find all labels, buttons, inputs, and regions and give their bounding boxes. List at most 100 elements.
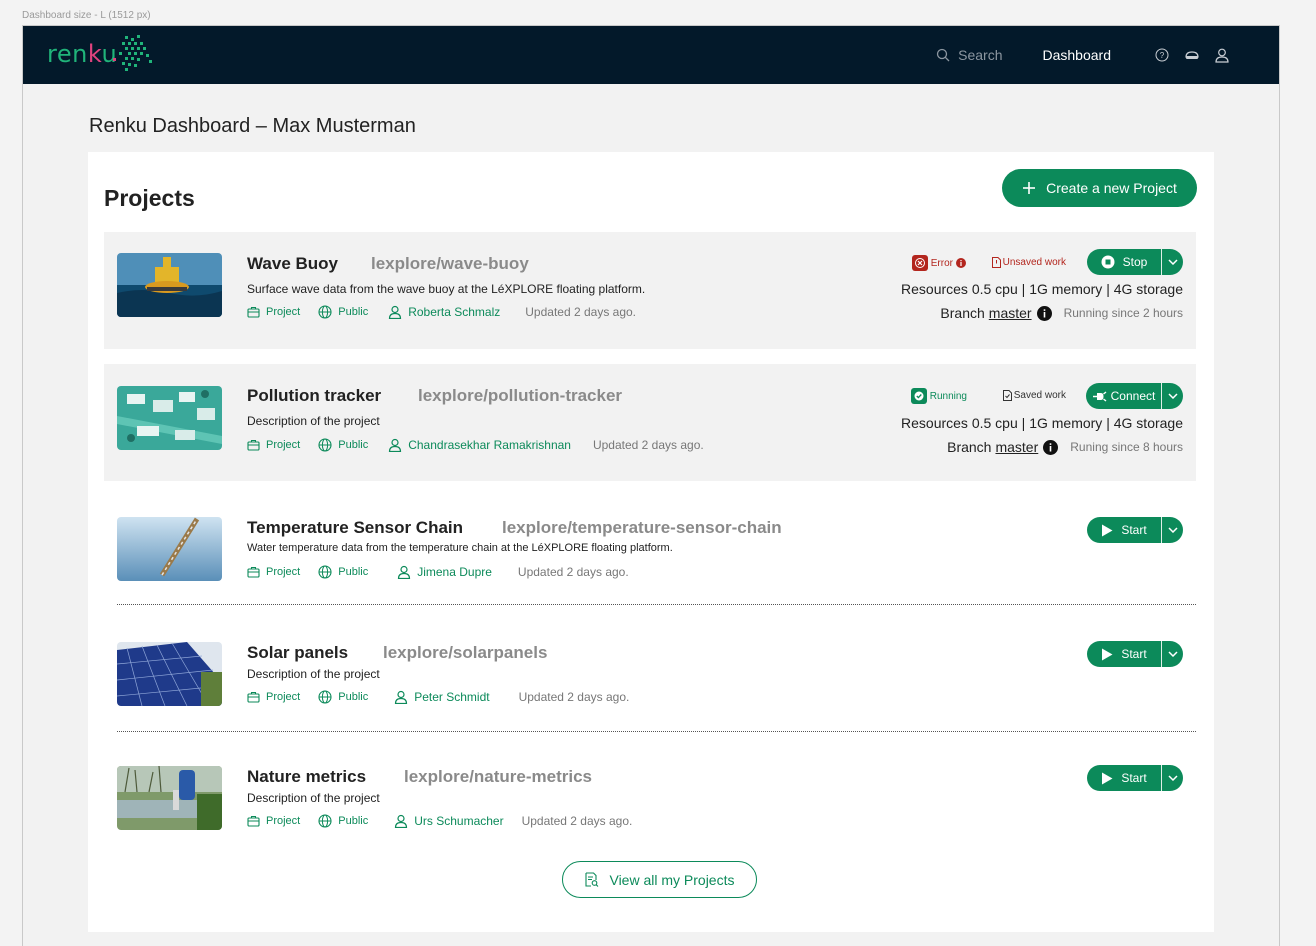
project-owner[interactable]: Jimena Dupre [397, 565, 492, 579]
project-type: Project [247, 566, 300, 578]
project-visibility: Public [318, 565, 368, 579]
project-updated: Updated 2 days ago. [521, 814, 633, 828]
create-project-label: Create a new Project [1046, 180, 1177, 196]
connect-session-split-button: Connect [1086, 383, 1183, 409]
start-session-split-button: Start [1087, 641, 1183, 667]
user-icon [389, 305, 402, 319]
user-icon [395, 814, 408, 828]
nav-search[interactable]: Search [936, 47, 1003, 63]
nav-dashboard-link[interactable]: Dashboard [1043, 47, 1112, 63]
project-thumbnail [117, 766, 222, 830]
project-row-temperature-sensor-chain[interactable]: Temperature Sensor Chain lexplore/temper… [104, 502, 1196, 592]
project-name[interactable]: Nature metrics [247, 767, 366, 787]
error-icon [911, 255, 928, 271]
sessions-icon[interactable] [1183, 46, 1201, 64]
project-visibility: Public [318, 305, 368, 319]
project-description: Description of the project [247, 791, 380, 805]
project-updated: Updated 2 days ago. [518, 690, 630, 704]
work-status-unsaved: Unsaved work [991, 257, 1066, 268]
branch-link[interactable]: master [989, 305, 1032, 321]
chevron-down-icon[interactable] [1162, 383, 1183, 409]
project-slug[interactable]: lexplore/wave-buoy [371, 254, 529, 274]
project-slug[interactable]: lexplore/solarpanels [383, 643, 547, 663]
chevron-down-icon[interactable] [1162, 641, 1183, 667]
project-owner[interactable]: Urs Schumacher [394, 814, 504, 828]
check-icon [910, 388, 927, 404]
project-name[interactable]: Temperature Sensor Chain [247, 518, 463, 538]
project-meta: Project Public Chandrasekhar Ramakrishna… [247, 438, 704, 452]
chevron-down-icon[interactable] [1162, 517, 1183, 543]
start-session-button[interactable]: Start [1087, 641, 1162, 667]
start-session-split-button: Start [1087, 517, 1183, 543]
plus-icon [1023, 182, 1036, 194]
project-owner[interactable]: Chandrasekhar Ramakrishnan [388, 438, 571, 452]
project-owner[interactable]: Peter Schmidt [394, 690, 490, 704]
view-all-label: View all my Projects [609, 871, 735, 888]
session-resources: Resources 0.5 cpu | 1G memory | 4G stora… [901, 415, 1183, 431]
search-icon [936, 48, 950, 62]
globe-icon [318, 305, 332, 319]
project-type: Project [247, 815, 300, 827]
renku-logo[interactable]: renku [47, 34, 155, 74]
chevron-down-icon[interactable] [1162, 249, 1183, 275]
nav-right: Search Dashboard ? [936, 26, 1231, 84]
search-label: Search [958, 47, 1003, 63]
project-type: Project [247, 439, 300, 451]
running-since: Running since 2 hours [1063, 306, 1183, 320]
project-description: Description of the project [247, 414, 380, 428]
view-all-projects-button[interactable]: View all my Projects [562, 861, 757, 898]
project-owner[interactable]: Roberta Schmalz [388, 305, 500, 319]
logo-text: renku [47, 40, 118, 68]
help-icon[interactable]: ? [1153, 46, 1171, 64]
branch-link[interactable]: master [995, 439, 1038, 455]
project-name[interactable]: Wave Buoy [247, 254, 338, 274]
session-branch: Branch master Running since 2 hours [940, 305, 1183, 321]
user-icon [398, 565, 411, 579]
session-branch: Branch master Runing since 8 hours [947, 439, 1183, 455]
user-icon[interactable] [1213, 46, 1231, 64]
session-resources: Resources 0.5 cpu | 1G memory | 4G stora… [901, 281, 1183, 297]
project-slug[interactable]: lexplore/nature-metrics [404, 767, 592, 787]
project-meta: Project Public Peter Schmidt Updated 2 d… [247, 690, 629, 704]
project-name[interactable]: Pollution tracker [247, 386, 381, 406]
project-meta: Project Public Urs Schumacher Updated 2 … [247, 814, 632, 828]
stop-session-split-button: Stop [1087, 249, 1183, 275]
globe-icon [318, 438, 332, 452]
projects-heading: Projects [104, 185, 195, 211]
project-thumbnail [117, 517, 222, 581]
info-icon[interactable] [1036, 305, 1052, 321]
briefcase-icon [247, 691, 260, 703]
project-visibility: Public [318, 814, 368, 828]
running-since: Runing since 8 hours [1070, 440, 1183, 454]
globe-icon [318, 690, 332, 704]
project-slug[interactable]: lexplore/temperature-sensor-chain [502, 518, 782, 538]
connect-session-button[interactable]: Connect [1086, 383, 1162, 409]
project-type: Project [247, 691, 300, 703]
project-row-nature-metrics[interactable]: Nature metrics lexplore/nature-metrics D… [104, 752, 1196, 842]
project-meta: Project Public Jimena Dupre Updated 2 da… [247, 565, 629, 579]
start-session-button[interactable]: Start [1087, 517, 1162, 543]
start-session-button[interactable]: Start [1087, 765, 1162, 791]
project-slug[interactable]: lexplore/pollution-tracker [418, 386, 622, 406]
project-description: Water temperature data from the temperat… [247, 542, 673, 554]
project-visibility: Public [318, 438, 368, 452]
info-icon[interactable] [1043, 439, 1059, 455]
project-meta: Project Public Roberta Schmalz Updated 2… [247, 305, 636, 319]
frame-label: Dashboard size - L (1512 px) [22, 10, 151, 21]
page-title: Renku Dashboard – Max Musterman [89, 115, 416, 137]
project-type: Project [247, 306, 300, 318]
project-row-wave-buoy[interactable]: Wave Buoy lexplore/wave-buoy Surface wav… [104, 232, 1196, 349]
info-icon[interactable] [956, 258, 966, 268]
project-name[interactable]: Solar panels [247, 643, 348, 663]
row-divider [117, 604, 1196, 605]
project-row-solar-panels[interactable]: Solar panels lexplore/solarpanels Descri… [104, 627, 1196, 717]
create-project-button[interactable]: Create a new Project [1002, 169, 1197, 207]
row-divider [117, 731, 1196, 732]
stop-session-button[interactable]: Stop [1087, 249, 1162, 275]
briefcase-icon [247, 306, 260, 318]
chevron-down-icon[interactable] [1162, 765, 1183, 791]
globe-icon [318, 814, 332, 828]
dashboard-frame: renku Search Dashboard ? Renku Dashboard… [22, 25, 1280, 946]
globe-icon [318, 565, 332, 579]
project-row-pollution-tracker[interactable]: Pollution tracker lexplore/pollution-tra… [104, 364, 1196, 481]
